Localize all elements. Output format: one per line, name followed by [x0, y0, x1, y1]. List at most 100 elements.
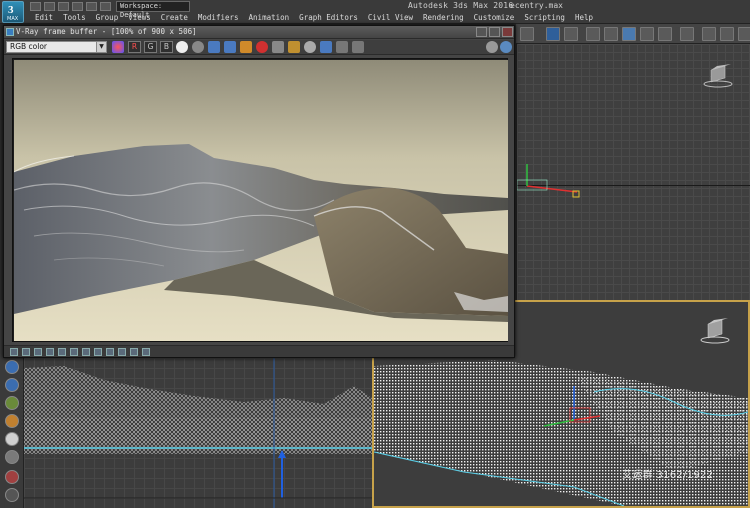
tool-icon[interactable] — [5, 414, 19, 428]
stamp-icon[interactable] — [130, 348, 138, 356]
save-file-icon[interactable] — [58, 2, 69, 11]
region-render-icon[interactable] — [288, 41, 300, 53]
vfb-status-bar — [4, 345, 514, 357]
save-all-icon[interactable] — [224, 41, 236, 53]
menu-rendering[interactable]: Rendering — [418, 13, 469, 23]
track-mouse-icon[interactable] — [304, 41, 316, 53]
new-file-icon[interactable] — [30, 2, 41, 11]
project-folder-icon[interactable] — [100, 2, 111, 11]
sphere-icon[interactable] — [5, 450, 19, 464]
menu-help[interactable]: Help — [570, 13, 598, 23]
viewport-left[interactable] — [24, 358, 372, 508]
viewport-gizmo-layer — [517, 64, 733, 198]
blue-channel-button[interactable]: B — [160, 41, 173, 53]
vray-logo-icon — [6, 28, 14, 36]
title-bar: 3 MAX Workspace: Default Autodesk 3ds Ma… — [0, 0, 750, 24]
settings-icon[interactable] — [5, 488, 19, 502]
menu-views[interactable]: Views — [123, 13, 156, 23]
color-correction-icon[interactable] — [22, 348, 30, 356]
file-name: ecentry.max — [510, 1, 563, 10]
vray-frame-buffer-window[interactable]: V-Ray frame buffer - [100% of 900 x 506]… — [3, 25, 515, 358]
save-image-icon[interactable] — [208, 41, 220, 53]
curve-editor-icon[interactable] — [640, 27, 654, 41]
transform-gizmo-icon — [517, 164, 580, 198]
rendered-terrain-image — [14, 60, 508, 341]
green-channel-button[interactable]: G — [144, 41, 157, 53]
menu-create[interactable]: Create — [156, 13, 193, 23]
hsl-icon[interactable] — [70, 348, 78, 356]
bind-space-warp-icon[interactable] — [520, 27, 534, 41]
menu-tools[interactable]: Tools — [58, 13, 91, 23]
vfb-toolbar: RGB color ▼ R G B — [4, 40, 514, 55]
maximize-button[interactable] — [489, 27, 500, 37]
app-title: Autodesk 3ds Max 2016 — [408, 1, 514, 10]
menu-graph-editors[interactable]: Graph Editors — [294, 13, 363, 23]
lens-icon[interactable] — [142, 348, 150, 356]
app-logo-sub: MAX — [7, 16, 19, 22]
app-logo-button[interactable]: 3 MAX — [2, 1, 24, 23]
menu-customize[interactable]: Customize — [469, 13, 520, 23]
menu-civil-view[interactable]: Civil View — [363, 13, 418, 23]
chevron-down-icon: ▼ — [96, 42, 106, 52]
tree-icon[interactable] — [5, 396, 19, 410]
render-production-icon[interactable] — [738, 27, 750, 41]
undo-icon[interactable] — [72, 2, 83, 11]
menu-edit[interactable]: Edit — [30, 13, 58, 23]
layer-manager-icon[interactable] — [586, 27, 600, 41]
render-icon[interactable] — [486, 41, 498, 53]
vfb-title-bar[interactable]: V-Ray frame buffer - [100% of 900 x 506] — [4, 26, 514, 39]
mirror-icon[interactable] — [546, 27, 560, 41]
menu-animation[interactable]: Animation — [244, 13, 295, 23]
vfb-title: V-Ray frame buffer - [100% of 900 x 506] — [16, 27, 197, 36]
render-setup-icon[interactable] — [702, 27, 716, 41]
levels-icon[interactable] — [58, 348, 66, 356]
main-toolbar — [516, 24, 750, 44]
clear-image-icon[interactable] — [272, 41, 284, 53]
channel-select-value: RGB color — [10, 42, 48, 51]
web-icon[interactable] — [5, 378, 19, 392]
align-icon[interactable] — [564, 27, 578, 41]
teapot-icon[interactable] — [5, 470, 19, 484]
ocio-icon[interactable] — [118, 348, 126, 356]
compare-icon[interactable] — [352, 41, 364, 53]
white-alpha-icon[interactable] — [176, 41, 188, 53]
open-file-icon[interactable] — [44, 2, 55, 11]
app-logo-text: 3 — [8, 4, 14, 16]
stop-icon[interactable] — [500, 41, 512, 53]
close-button[interactable] — [502, 27, 513, 37]
red-channel-button[interactable]: R — [128, 41, 141, 53]
follow-mouse-icon[interactable] — [336, 41, 348, 53]
graphite-ribbon-icon[interactable] — [604, 27, 618, 41]
menu-modifiers[interactable]: Modifiers — [193, 13, 244, 23]
viewcube-icon[interactable] — [703, 64, 733, 88]
material-editor-icon[interactable] — [680, 27, 694, 41]
render-image-area[interactable] — [12, 58, 508, 342]
history-icon[interactable] — [10, 348, 18, 356]
rendered-frame-window-icon[interactable] — [720, 27, 734, 41]
menu-group[interactable]: Group — [91, 13, 124, 23]
srgb-icon[interactable] — [106, 348, 114, 356]
lens-effects-icon[interactable] — [320, 41, 332, 53]
stop-render-icon[interactable] — [256, 41, 268, 53]
menu-scripting[interactable]: Scripting — [519, 13, 570, 23]
viewcube-persp-icon[interactable] — [700, 318, 730, 344]
curves-icon[interactable] — [46, 348, 54, 356]
watermark-text: 艾运群 3162/1922 — [622, 470, 714, 481]
menu-bar: Edit Tools Group Views Create Modifiers … — [30, 13, 598, 23]
workspace-dropdown[interactable]: Workspace: Default — [116, 1, 190, 19]
globe-icon[interactable] — [5, 360, 19, 374]
load-image-icon[interactable] — [240, 41, 252, 53]
schematic-view-icon[interactable] — [658, 27, 672, 41]
color-picker-icon[interactable] — [112, 41, 124, 53]
redo-icon[interactable] — [86, 2, 97, 11]
light-icon[interactable] — [5, 432, 19, 446]
lut-icon[interactable] — [94, 348, 102, 356]
viewport-left-mesh — [24, 358, 372, 508]
viewport-front[interactable] — [516, 44, 750, 300]
white-balance-icon[interactable] — [82, 348, 90, 356]
mono-icon[interactable] — [192, 41, 204, 53]
exposure-icon[interactable] — [34, 348, 42, 356]
channel-select[interactable]: RGB color ▼ — [6, 41, 107, 53]
scene-explorer-icon[interactable] — [622, 27, 636, 41]
minimize-button[interactable] — [476, 27, 487, 37]
